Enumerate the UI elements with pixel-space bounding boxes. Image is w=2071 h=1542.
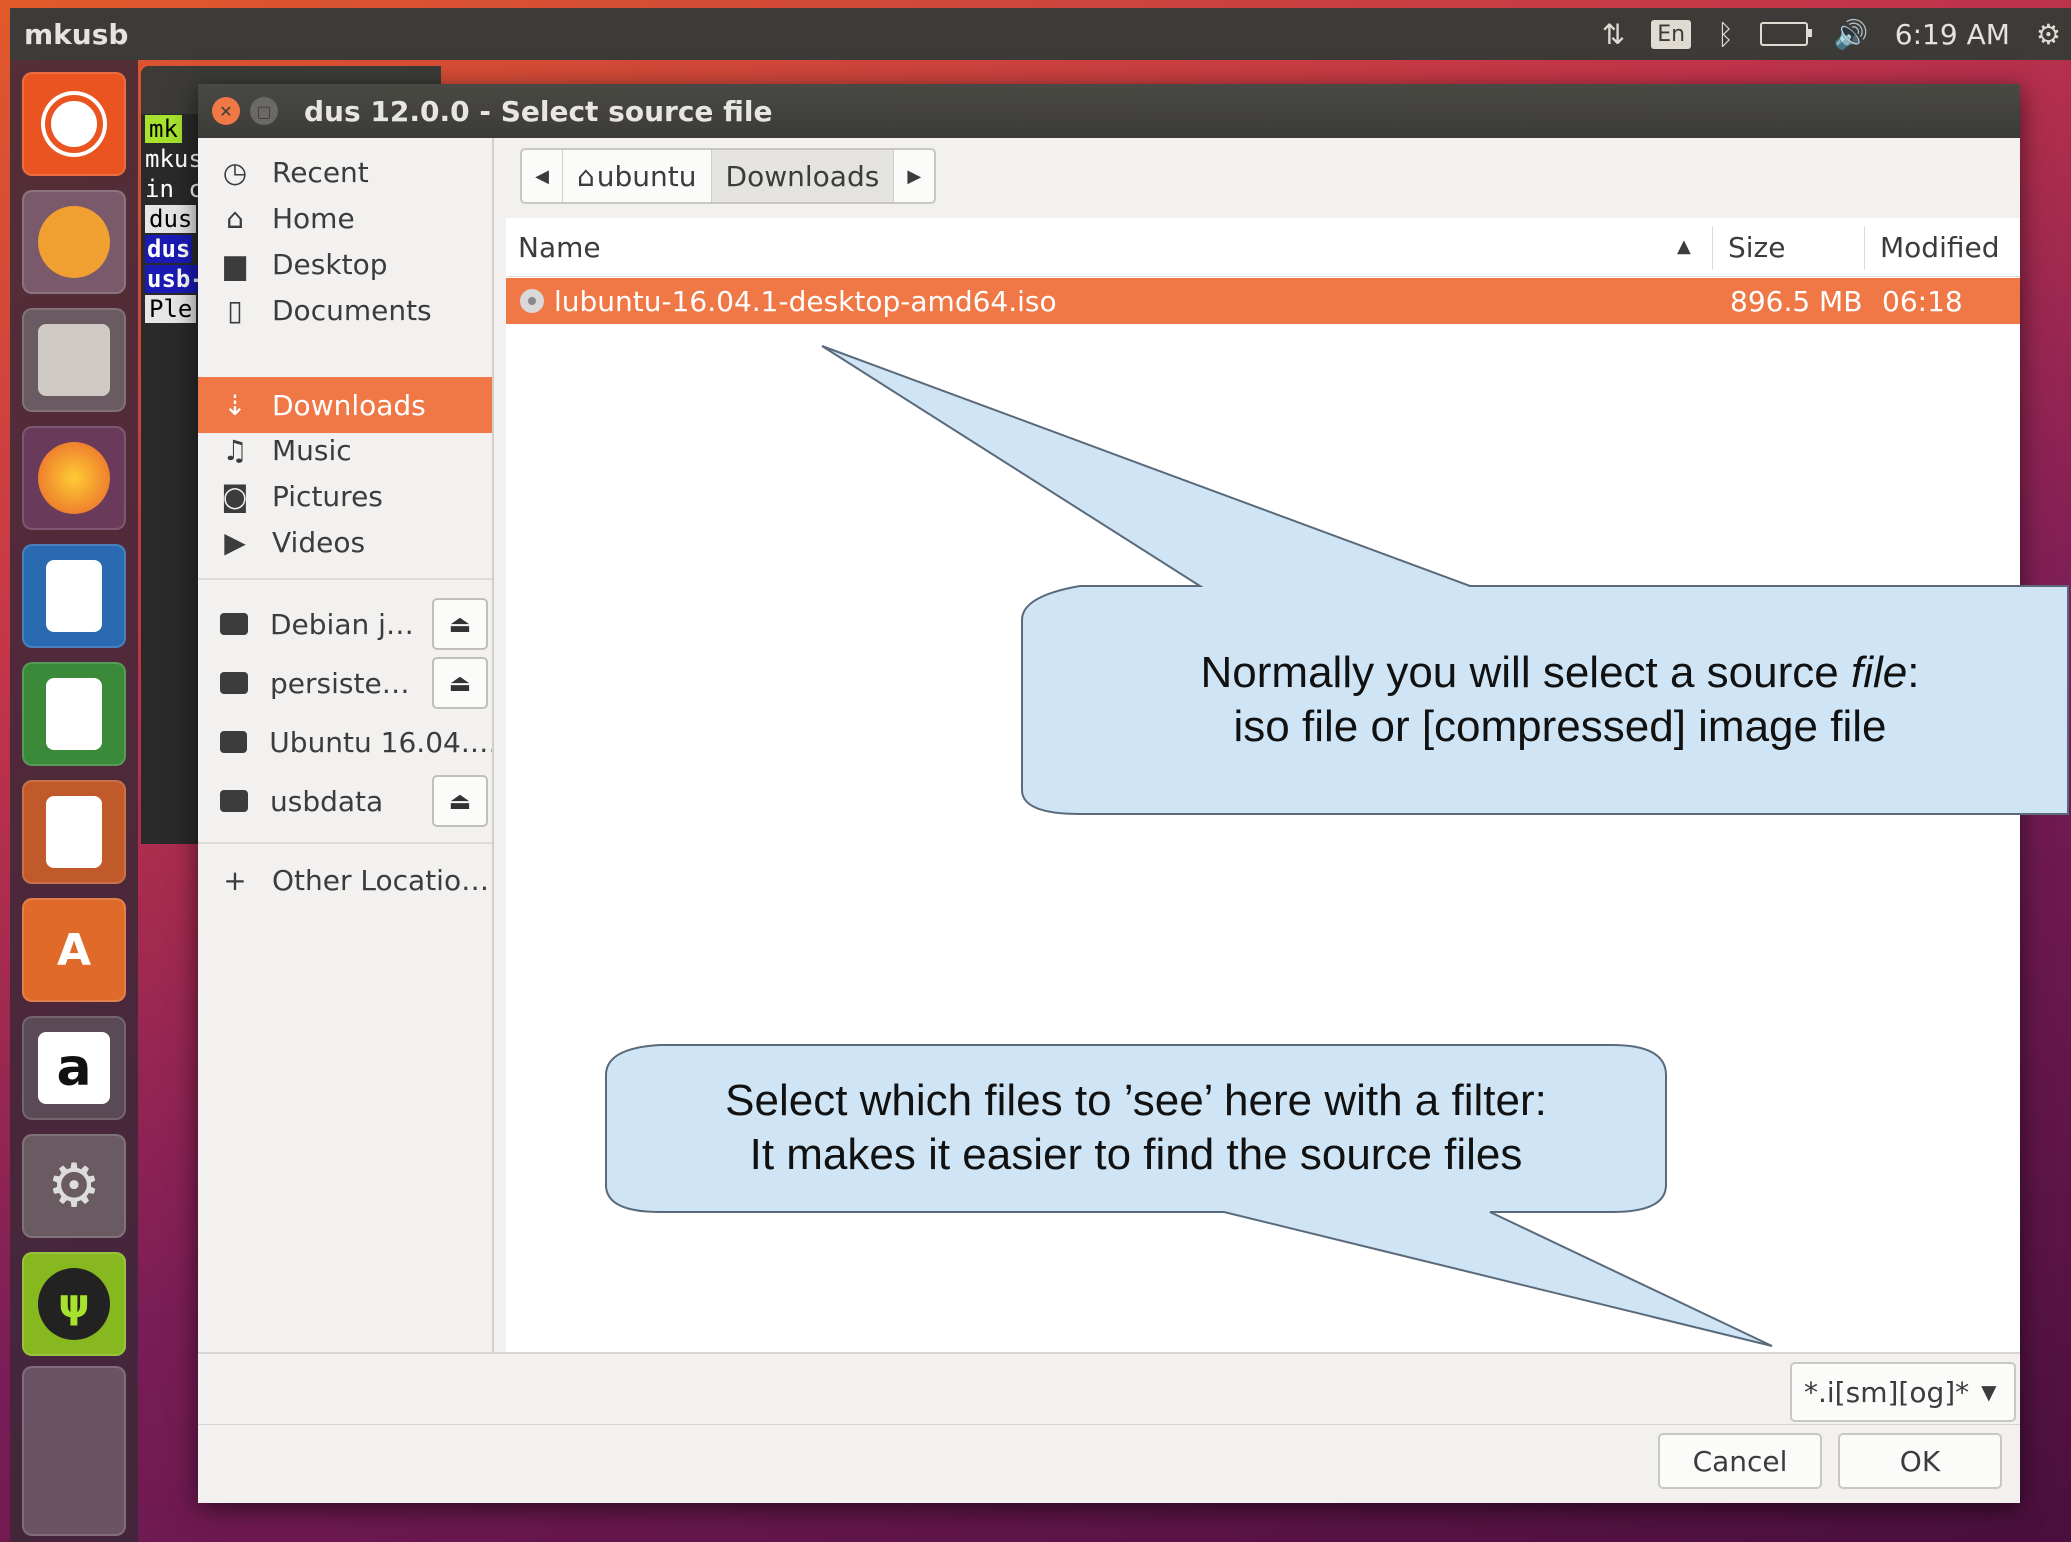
callout-text-line: iso file or [compressed] image file [1233, 702, 1887, 751]
callout-text-line: Select which files to ’see’ here with a … [725, 1076, 1547, 1125]
callout-text-line: : [1907, 648, 1920, 697]
callout-text-line: It makes it easier to find the source fi… [749, 1130, 1523, 1179]
callout-text-emphasis: file [1850, 648, 1908, 697]
callout-overlay [605, 345, 2069, 1347]
callout-text-line: Normally you will select a source [1200, 648, 1851, 697]
callout-text-bottom: Select which files to ’see’ here with a … [606, 1074, 1666, 1182]
callout-text-top: Normally you will select a source file: … [1030, 646, 2071, 754]
